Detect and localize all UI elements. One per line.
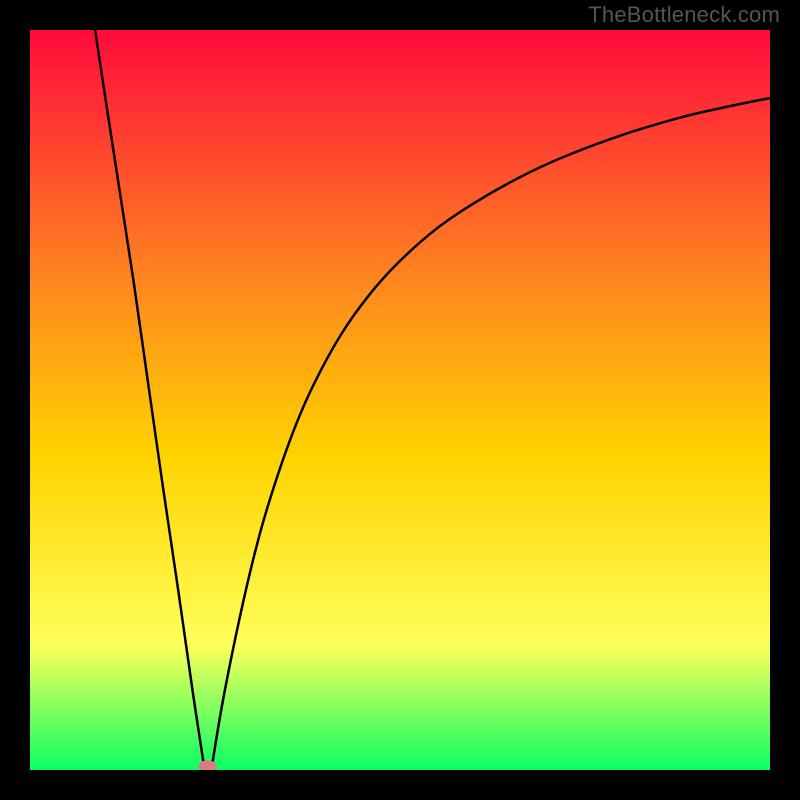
watermark-text: TheBottleneck.com — [588, 2, 780, 28]
gradient-background — [30, 30, 770, 770]
plot-area — [30, 30, 770, 770]
chart-svg — [30, 30, 770, 770]
chart-frame: TheBottleneck.com — [0, 0, 800, 800]
